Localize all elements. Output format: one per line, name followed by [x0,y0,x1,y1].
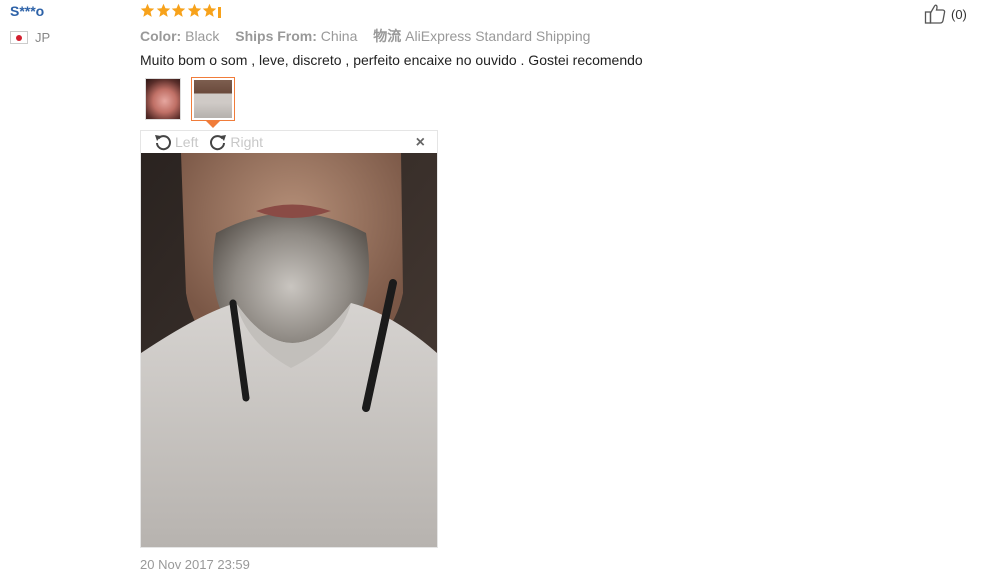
thumbnail-image [194,80,232,118]
thumbnail-image [146,79,180,119]
review-thumbnails [145,77,235,121]
japan-flag-icon [10,31,28,44]
close-icon[interactable]: × [416,135,425,151]
thumbs-up-icon [924,4,946,24]
shipping-value: AliExpress Standard Shipping [405,28,591,44]
reviewer-country: JP [10,30,50,45]
rotate-left-button[interactable]: Left [153,132,198,152]
rotate-right-label: Right [230,134,264,150]
star-icon [140,3,155,17]
color-label: Color: [140,28,182,44]
review-meta: Color: Black Ships From: China 物流 AliExp… [140,26,602,46]
color-value: Black [185,28,220,44]
ships-from-value: China [320,28,358,44]
review-thumbnail-1[interactable] [145,78,181,120]
review-text: Muito bom o som , leve, discreto , perfe… [140,52,643,68]
image-viewer: Left Right × [140,130,438,548]
review-photo [141,153,437,547]
review-date: 20 Nov 2017 23:59 [140,557,250,572]
rotate-left-icon [155,135,171,151]
reviewer-name[interactable]: S***o [10,3,44,19]
star-rating [140,3,222,18]
viewer-toolbar: Left Right × [141,131,437,153]
active-thumbnail-pointer [206,121,220,128]
shipping-label: 物流 [373,28,402,44]
ships-from-label: Ships From: [235,28,317,44]
rotate-right-button[interactable]: Right [208,132,263,152]
star-icon [171,3,186,17]
review-thumbnail-2[interactable] [191,77,235,121]
star-partial-icon [217,7,221,18]
country-code: JP [35,30,51,45]
star-icon [202,3,217,17]
star-icon [187,3,201,17]
star-icon [156,3,170,17]
like-button[interactable]: (0) [924,3,967,25]
rotate-right-icon [210,135,227,151]
like-count: (0) [951,6,967,22]
rotate-left-label: Left [175,134,199,150]
review-photo-image [141,153,437,547]
